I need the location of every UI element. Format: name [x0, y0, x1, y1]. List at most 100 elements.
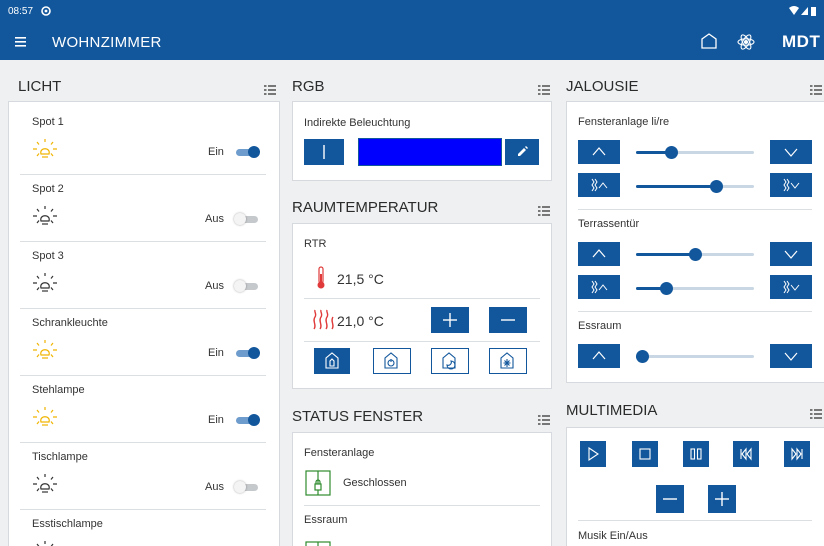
- light-toggle[interactable]: [234, 347, 260, 359]
- blind-up-button[interactable]: [578, 344, 620, 368]
- toggle-knob: [248, 347, 260, 359]
- light-bulb-on-icon: [32, 339, 58, 361]
- light-state: Aus: [205, 213, 224, 225]
- slider-thumb[interactable]: [665, 146, 678, 159]
- light-state: Aus: [205, 280, 224, 292]
- slat-up-button[interactable]: [578, 173, 620, 197]
- system-status-icons: [788, 5, 818, 20]
- window-label: Essraum: [304, 514, 348, 526]
- window-closed-icon: [305, 470, 331, 501]
- home-icon[interactable]: [700, 32, 718, 55]
- atom-settings-icon[interactable]: [736, 32, 756, 57]
- light-toggle[interactable]: [234, 481, 260, 493]
- toggle-knob: [234, 481, 246, 493]
- slider-thumb[interactable]: [636, 350, 649, 363]
- row-divider: [20, 174, 266, 175]
- light-state: Ein: [208, 347, 224, 359]
- play-button[interactable]: [580, 441, 606, 467]
- light-label: Tischlampe: [32, 451, 88, 463]
- status-fenster-title: STATUS FENSTER: [292, 408, 424, 425]
- slat-up-button[interactable]: [578, 275, 620, 299]
- rgb-color-preview[interactable]: [358, 138, 502, 166]
- slat-angle-slider[interactable]: [636, 179, 754, 193]
- light-toggle[interactable]: [234, 213, 260, 225]
- light-label: Esstischlampe: [32, 518, 103, 530]
- row-divider: [578, 311, 812, 312]
- list-icon[interactable]: [810, 82, 822, 95]
- slider-thumb[interactable]: [710, 180, 723, 193]
- mode-night-button[interactable]: [431, 348, 469, 374]
- page-title: WOHNZIMMER: [52, 34, 162, 51]
- heating-icon: [311, 309, 335, 336]
- play-icon: [588, 446, 599, 462]
- window-icon: [305, 538, 331, 546]
- blind-up-button[interactable]: [578, 242, 620, 266]
- signal-icon: [801, 7, 808, 15]
- volume-up-button[interactable]: [708, 485, 736, 513]
- list-icon[interactable]: [264, 82, 276, 95]
- mode-comfort-button[interactable]: [314, 348, 350, 374]
- blind-down-button[interactable]: [770, 242, 812, 266]
- edit-color-button[interactable]: [505, 139, 539, 165]
- rtr-label: RTR: [304, 238, 327, 250]
- light-label: Spot 1: [32, 116, 64, 128]
- list-icon[interactable]: [538, 412, 550, 425]
- window-label: Fensteranlage: [304, 447, 375, 459]
- slider-thumb[interactable]: [689, 248, 702, 261]
- blind-down-button[interactable]: [770, 344, 812, 368]
- menu-icon[interactable]: [14, 33, 30, 49]
- slat-down-button[interactable]: [770, 275, 812, 299]
- blind-position-slider[interactable]: [636, 247, 754, 261]
- settings-notification-icon: [40, 5, 52, 20]
- light-state: Ein: [208, 414, 224, 426]
- toggle-knob: [234, 280, 246, 292]
- blind-up-button[interactable]: [578, 140, 620, 164]
- row-divider: [20, 442, 266, 443]
- pause-icon: [690, 448, 702, 460]
- blind-down-button[interactable]: [770, 140, 812, 164]
- mdt-logo: MDT: [782, 32, 821, 51]
- toggle-knob: [234, 213, 246, 225]
- row-divider: [20, 375, 266, 376]
- mode-frost-button[interactable]: [489, 348, 527, 374]
- blind-position-slider[interactable]: [636, 145, 754, 159]
- row-divider: [20, 308, 266, 309]
- temperature-plus-button[interactable]: [431, 307, 469, 333]
- list-icon[interactable]: [538, 82, 550, 95]
- list-icon[interactable]: [538, 203, 550, 216]
- licht-title: LICHT: [18, 78, 62, 95]
- light-bulb-off-icon: [32, 473, 58, 495]
- blind-position-slider[interactable]: [636, 349, 754, 363]
- row-divider: [578, 209, 812, 210]
- slat-angle-slider[interactable]: [636, 281, 754, 295]
- rgb-power-button[interactable]: [304, 139, 344, 165]
- mode-standby-button[interactable]: [373, 348, 411, 374]
- row-divider: [20, 509, 266, 510]
- rgb-title: RGB: [292, 78, 325, 95]
- previous-button[interactable]: [733, 441, 759, 467]
- row-divider: [20, 241, 266, 242]
- list-icon[interactable]: [810, 406, 822, 419]
- pause-button[interactable]: [683, 441, 709, 467]
- volume-down-button[interactable]: [656, 485, 684, 513]
- battery-icon: [811, 7, 816, 16]
- slat-down-button[interactable]: [770, 173, 812, 197]
- slider-fill: [636, 185, 716, 188]
- slider-thumb[interactable]: [660, 282, 673, 295]
- clock: 08:57: [8, 6, 34, 17]
- light-toggle[interactable]: [234, 146, 260, 158]
- light-toggle[interactable]: [234, 414, 260, 426]
- toggle-knob: [248, 414, 260, 426]
- light-toggle[interactable]: [234, 280, 260, 292]
- thermometer-icon: [316, 266, 326, 295]
- multimedia-title: MULTIMEDIA: [566, 402, 658, 419]
- light-label: Spot 3: [32, 250, 64, 262]
- minus-icon: [501, 319, 515, 321]
- light-bulb-off-icon: [32, 540, 58, 546]
- home-frost-icon: [500, 352, 514, 369]
- next-button[interactable]: [784, 441, 810, 467]
- blind-label: Fensteranlage li/re: [578, 116, 670, 128]
- app-bar: WOHNZIMMER MDT: [0, 24, 824, 60]
- temperature-minus-button[interactable]: [489, 307, 527, 333]
- stop-button[interactable]: [632, 441, 658, 467]
